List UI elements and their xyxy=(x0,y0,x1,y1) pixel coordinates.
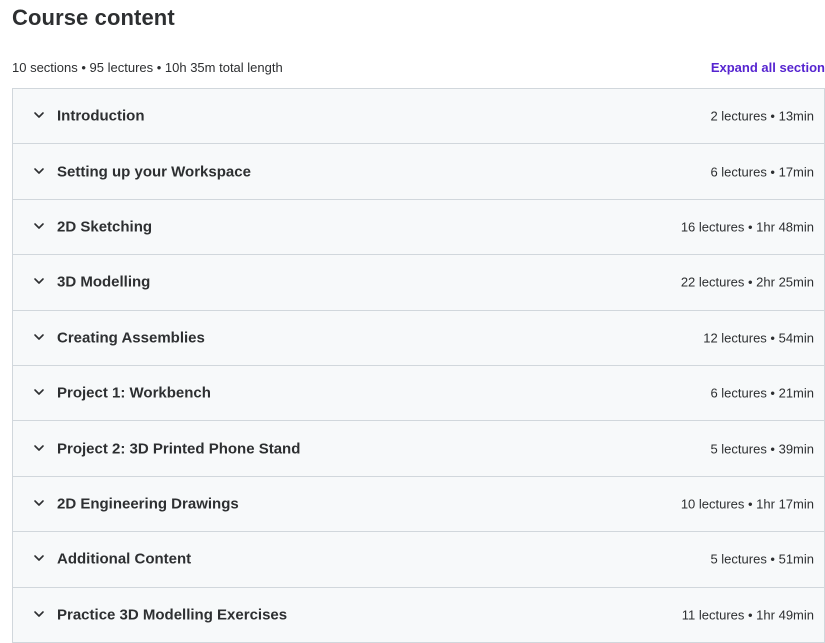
chevron-down-icon xyxy=(34,223,44,229)
section-item-assemblies[interactable]: Creating Assemblies 12 lectures • 54min xyxy=(13,310,824,366)
section-title: Creating Assemblies xyxy=(57,329,205,347)
course-summary-row: 10 sections • 95 lectures • 10h 35m tota… xyxy=(12,59,825,77)
section-item-3d-modelling[interactable]: 3D Modelling 22 lectures • 2hr 25min xyxy=(13,255,824,311)
section-meta: 16 lectures • 1hr 48min xyxy=(680,219,814,235)
section-meta: 22 lectures • 2hr 25min xyxy=(680,274,814,290)
expand-all-button[interactable]: Expand all section xyxy=(711,59,825,77)
section-item-project-2[interactable]: Project 2: 3D Printed Phone Stand 5 lect… xyxy=(13,421,824,477)
section-title: Project 2: 3D Printed Phone Stand xyxy=(57,440,301,458)
section-title: 3D Modelling xyxy=(57,273,151,291)
section-meta: 2 lectures • 13min xyxy=(710,108,814,124)
section-item-practice-exercises[interactable]: Practice 3D Modelling Exercises 11 lectu… xyxy=(13,587,824,643)
chevron-down-icon xyxy=(34,389,44,395)
chevron-down-icon xyxy=(34,500,44,506)
section-meta: 5 lectures • 39min xyxy=(710,441,814,457)
course-content-panel: Course content 10 sections • 95 lectures… xyxy=(0,0,825,643)
section-title: Introduction xyxy=(57,107,145,125)
course-summary: 10 sections • 95 lectures • 10h 35m tota… xyxy=(12,60,283,75)
chevron-down-icon xyxy=(34,278,44,285)
section-meta: 11 lectures • 1hr 49min xyxy=(681,607,814,623)
chevron-down-icon xyxy=(34,444,44,451)
section-meta: 12 lectures • 54min xyxy=(703,330,814,346)
section-meta: 6 lectures • 17min xyxy=(710,164,814,180)
section-list: Introduction 2 lectures • 13min Setting … xyxy=(12,88,825,643)
chevron-down-icon xyxy=(34,167,44,174)
section-meta: 10 lectures • 1hr 17min xyxy=(680,496,814,512)
section-title: 2D Engineering Drawings xyxy=(57,495,239,513)
section-title: Practice 3D Modelling Exercises xyxy=(57,606,288,624)
section-meta: 5 lectures • 51min xyxy=(710,551,814,567)
section-title: 2D Sketching xyxy=(57,218,153,236)
page-title: Course content xyxy=(12,5,175,30)
chevron-down-icon xyxy=(34,610,44,617)
section-item-introduction[interactable]: Introduction 2 lectures • 13min xyxy=(13,89,824,145)
section-title: Additional Content xyxy=(57,550,192,568)
chevron-down-icon xyxy=(34,112,44,118)
section-title: Project 1: Workbench xyxy=(57,384,211,402)
section-title: Setting up your Workspace xyxy=(57,163,251,181)
section-item-2d-drawings[interactable]: 2D Engineering Drawings 10 lectures • 1h… xyxy=(13,476,824,533)
chevron-down-icon xyxy=(34,333,44,340)
section-item-additional-content[interactable]: Additional Content 5 lectures • 51min xyxy=(13,532,824,588)
section-item-2d-sketching[interactable]: 2D Sketching 16 lectures • 1hr 48min xyxy=(13,199,824,256)
section-item-workspace[interactable]: Setting up your Workspace 6 lectures • 1… xyxy=(13,144,824,200)
section-item-project-1[interactable]: Project 1: Workbench 6 lectures • 21min xyxy=(13,365,824,422)
chevron-down-icon xyxy=(34,555,44,562)
section-meta: 6 lectures • 21min xyxy=(710,385,814,401)
